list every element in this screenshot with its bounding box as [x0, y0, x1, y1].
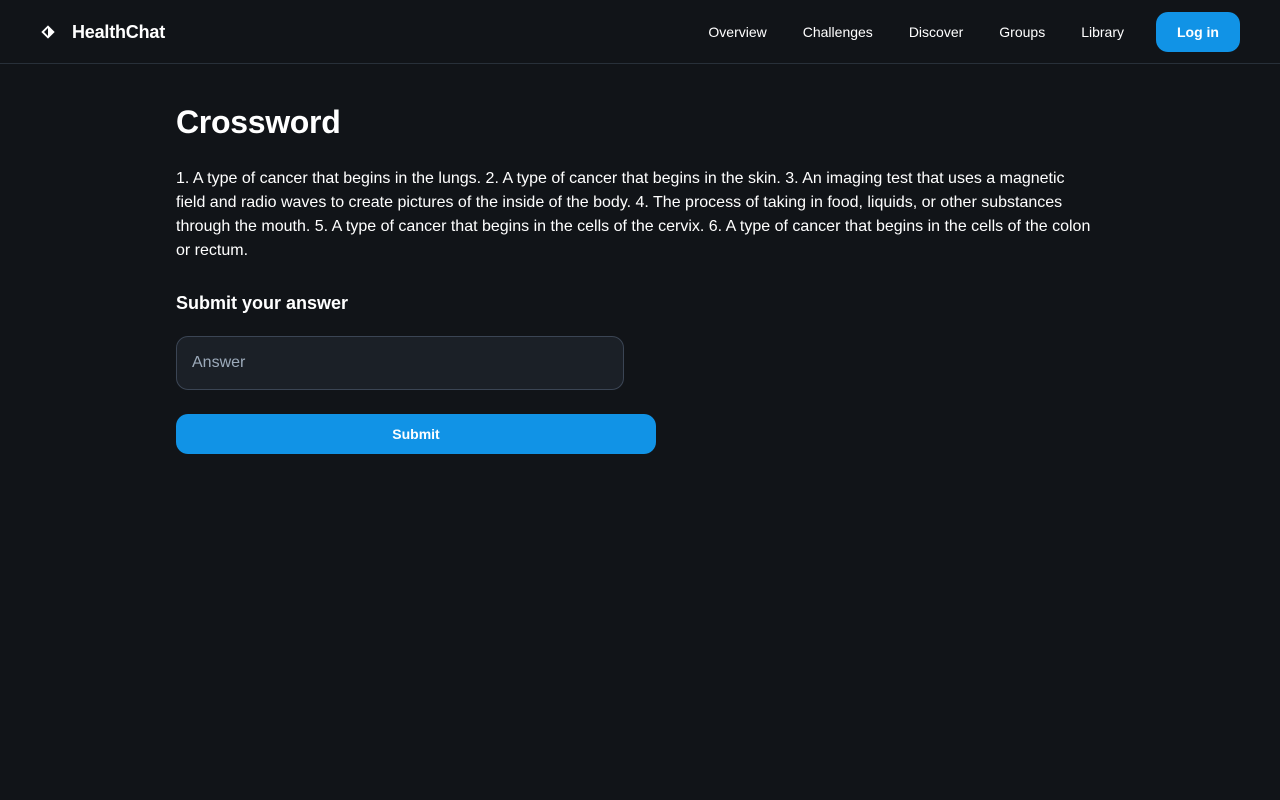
section-title: Submit your answer [176, 293, 349, 313]
login-button[interactable]: Log in [1156, 12, 1240, 52]
nav-link-library[interactable]: Library [1081, 24, 1124, 40]
answer-input[interactable] [176, 336, 624, 390]
main-content: Crossword 1. A type of cancer that begin… [176, 64, 1104, 454]
page-title: Crossword [176, 104, 341, 140]
nav-link-overview[interactable]: Overview [708, 24, 766, 40]
nav-links: Overview Challenges Discover Groups Libr… [708, 24, 1124, 40]
crossword-clues: 1. A type of cancer that begins in the l… [176, 170, 1091, 259]
nav-link-discover[interactable]: Discover [909, 24, 963, 40]
main-nav: Overview Challenges Discover Groups Libr… [708, 0, 1240, 64]
submit-button[interactable]: Submit [176, 414, 656, 454]
brand-name: HealthChat [72, 21, 166, 42]
nav-link-challenges[interactable]: Challenges [803, 24, 873, 40]
top-navigation-bar: HealthChat Overview Challenges Discover … [0, 0, 1280, 64]
brand[interactable]: HealthChat [40, 0, 165, 64]
health-logo-icon [40, 24, 56, 40]
nav-link-groups[interactable]: Groups [999, 24, 1045, 40]
